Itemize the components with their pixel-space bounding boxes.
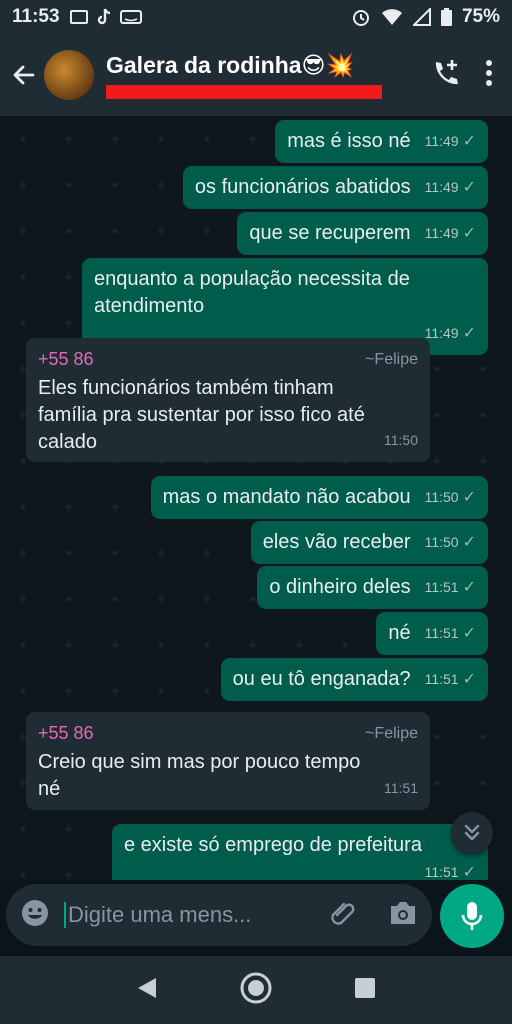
message-time: 11:51 [424,579,459,595]
wifi-icon [381,9,402,25]
message-time: 11:49 [424,325,459,341]
message-input[interactable] [64,902,304,928]
message-text: eles vão receber [262,531,411,553]
message-time: 11:51 [424,864,459,880]
double-chevron-down-icon [464,824,480,841]
message-outgoing[interactable]: os funcionários abatidos 11:49 ✓ [182,166,488,209]
message-outgoing[interactable]: o dinheiro deles 11:51 ✓ [257,566,488,609]
message-list[interactable]: mas é isso né 11:49 ✓ os funcionários abat… [0,116,512,880]
square-recents-icon [354,977,375,998]
message-incoming[interactable]: +55 86 ~Felipe Eles funcionários também … [26,338,430,462]
chat-info[interactable]: Galera da rodinha😎💥 [106,52,396,99]
message-outgoing[interactable]: né 11:51 ✓ [376,612,488,655]
group-avatar[interactable] [44,50,94,100]
message-time: 11:49 [424,179,459,195]
message-outgoing[interactable]: mas o mandato não acabou 11:50 ✓ [150,476,488,519]
check-icon: ✓ [462,179,476,196]
check-icon: ✓ [462,579,476,596]
message-composer [6,884,432,946]
scroll-to-bottom-button[interactable] [451,812,493,854]
message-time: 11:51 [424,671,459,687]
check-icon: ✓ [462,534,476,551]
message-outgoing[interactable]: e existe só emprego de prefeitura 11:51 ✓ [112,824,488,880]
message-text: Eles funcionários também tinham família … [38,377,365,453]
microphone-icon [461,902,483,930]
chat-header: Galera da rodinha😎💥 [0,34,512,116]
alarm-icon [352,10,369,26]
message-text: enquanto a população necessita de atendi… [94,268,410,317]
message-incoming[interactable]: +55 86 ~Felipe Creio que sim mas por pou… [26,712,430,810]
check-icon: ✓ [462,225,476,242]
chat-title: Galera da rodinha😎💥 [106,51,355,78]
sender-name: ~Felipe [365,351,418,368]
nav-recents-button[interactable] [354,977,376,1004]
message-text: que se recuperem [249,222,411,244]
message-text: Creio que sim mas por pouco tempo né [38,751,361,800]
message-time: 11:51 [424,625,459,641]
camera-icon [391,901,415,924]
triangle-back-icon [138,977,157,998]
sender-name: ~Felipe [365,725,418,742]
check-icon: ✓ [462,325,476,342]
signal-icon [412,8,431,26]
message-outgoing[interactable]: mas é isso né 11:49 ✓ [275,120,488,163]
menu-button[interactable] [486,59,492,91]
message-outgoing[interactable]: ou eu tô enganada? 11:51 ✓ [220,658,488,701]
message-text: né [388,622,411,644]
message-time: 11:49 [424,225,459,241]
check-icon: ✓ [462,133,476,150]
sender-phone[interactable]: +55 86 [38,720,94,747]
amazon-icon [119,10,142,24]
check-icon: ✓ [462,671,476,688]
redacted-participants [106,84,382,99]
status-bar: 11:53 75% [0,0,512,34]
message-notification-icon [69,10,88,24]
system-status: 75% [351,6,500,28]
more-vertical-icon [486,59,492,86]
voice-message-button[interactable] [440,884,504,948]
message-text: o dinheiro deles [269,576,411,598]
tiktok-icon [97,8,110,25]
message-time: 11:50 [424,489,459,505]
message-outgoing[interactable]: que se recuperem 11:49 ✓ [237,212,488,255]
add-call-icon [435,59,458,84]
message-outgoing[interactable]: eles vão receber 11:50 ✓ [250,521,488,564]
message-text: ou eu tô enganada? [232,668,411,690]
battery-icon [440,8,452,26]
back-button[interactable] [4,55,44,95]
message-text: mas é isso né [287,130,411,152]
notification-icons [69,8,142,26]
arrow-left-icon [13,65,35,85]
nav-back-button[interactable] [136,976,158,1005]
add-call-button[interactable] [430,58,460,93]
check-icon: ✓ [462,625,476,642]
message-time: 11:49 [424,133,459,149]
paperclip-icon [331,902,355,925]
camera-button[interactable] [388,900,418,931]
system-navigation-bar [0,956,512,1024]
message-text: mas o mandato não acabou [162,486,411,508]
status-time: 11:53 [12,6,60,27]
message-text: e existe só emprego de prefeitura [124,834,422,856]
emoji-icon [22,899,48,926]
message-time: 11:50 [424,534,459,550]
circle-home-icon [240,972,272,1003]
nav-home-button[interactable] [239,971,273,1010]
message-time: 11:50 [384,432,418,448]
message-text: os funcionários abatidos [194,176,411,198]
sender-phone[interactable]: +55 86 [38,346,94,373]
battery-level: 75% [461,6,500,27]
check-icon: ✓ [462,489,476,506]
attach-button[interactable] [328,898,358,933]
message-time: 11:51 [384,780,418,796]
emoji-button[interactable] [20,898,50,933]
check-icon: ✓ [462,864,476,880]
